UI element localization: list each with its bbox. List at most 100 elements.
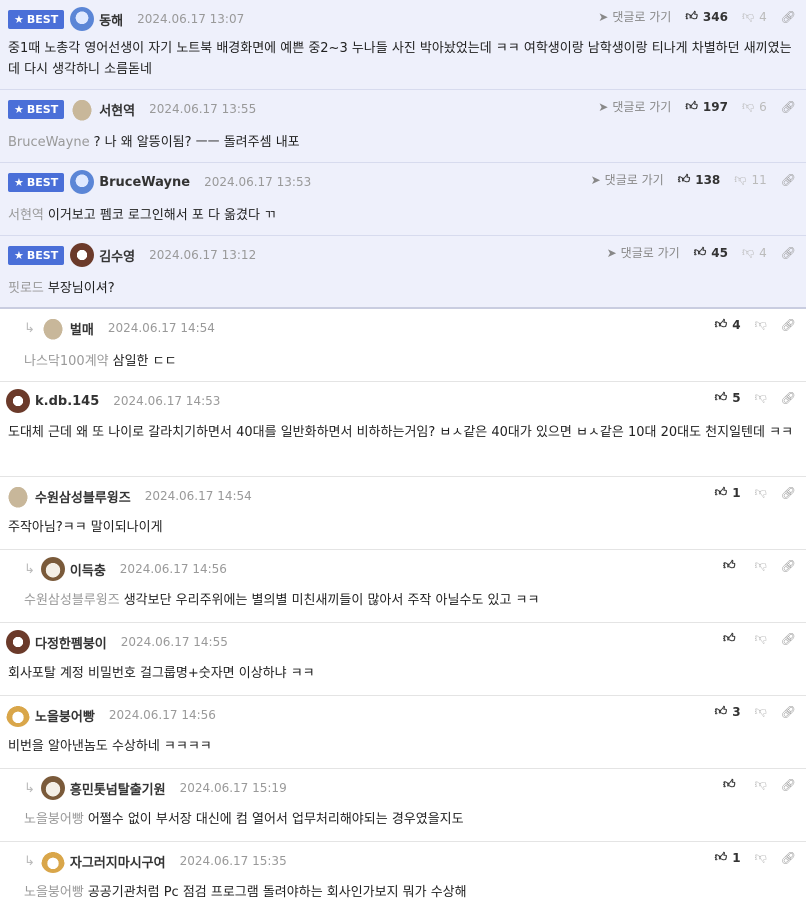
downvote-button[interactable]: 👎︎ — [755, 558, 767, 573]
nickname[interactable]: 다정한펨붕이 — [35, 633, 107, 652]
avatar[interactable] — [40, 557, 65, 581]
thumbs-up-icon: 👍︎ — [693, 245, 707, 259]
avatar[interactable] — [70, 170, 95, 194]
downvote-button[interactable]: 👎︎ — [755, 390, 767, 405]
link-icon[interactable]: 🔗︎ — [781, 559, 796, 573]
mention[interactable]: 노을붕어빵 — [24, 885, 84, 900]
upvote-button[interactable]: 👍︎ 4 — [715, 317, 741, 332]
go-to-reply-link[interactable]: ➤ 댓글로 가기 — [598, 98, 671, 115]
nickname[interactable]: BruceWayne — [99, 175, 190, 190]
star-icon: ★ — [14, 175, 24, 189]
upvote-button[interactable]: 👍︎ 45 — [694, 245, 728, 260]
comment-text: 노을붕어빵 어쩔수 없이 부서장 대신에 컴 열어서 업무처리해야되는 경우였을지… — [24, 812, 464, 827]
downvote-button[interactable]: 👎︎ — [755, 317, 767, 332]
avatar[interactable] — [70, 243, 95, 267]
comment-list: ★ BEST 동해 2024.06.17 13:07 ➤ 댓글로 가기 👍︎ 346 … — [0, 0, 806, 916]
star-icon: ★ — [14, 248, 24, 262]
best-comment: ★ BEST 김수영 2024.06.17 13:12 ➤ 댓글로 가기 👍︎ 45 … — [0, 236, 806, 309]
avatar[interactable] — [6, 389, 30, 413]
nickname[interactable]: 벌매 — [70, 319, 94, 338]
nickname[interactable]: 서현역 — [99, 100, 135, 119]
nickname[interactable]: k.db.145 — [35, 394, 99, 409]
downvote-button[interactable]: 👎︎ — [755, 704, 767, 719]
best-comment: ★ BEST 동해 2024.06.17 13:07 ➤ 댓글로 가기 👍︎ 346 … — [0, 0, 806, 90]
link-icon[interactable]: 🔗︎ — [781, 705, 796, 719]
link-icon[interactable]: 🔗︎ — [781, 391, 796, 405]
upvote-button[interactable]: 👍︎ — [723, 558, 741, 573]
mention[interactable]: 나스닥100계약 — [24, 354, 109, 369]
downvote-button[interactable]: 👎︎ — [755, 631, 767, 646]
comment-text: 회사포탈 계정 비밀번호 걸그룹명+숫자면 이상하냐 ㅋㅋ — [8, 666, 315, 681]
thumbs-down-icon: 👎︎ — [741, 245, 755, 259]
nickname[interactable]: 자그러지마시구여 — [70, 852, 166, 871]
downvote-button[interactable]: 👎︎ 4 — [742, 9, 767, 24]
thumbs-up-icon: 👍︎ — [714, 850, 728, 864]
avatar[interactable] — [6, 630, 30, 654]
avatar[interactable] — [40, 776, 65, 800]
avatar[interactable] — [70, 97, 95, 121]
upvote-button[interactable]: 👍︎ 3 — [715, 704, 741, 719]
mention[interactable]: 핏로드 — [8, 281, 44, 296]
avatar[interactable] — [70, 7, 95, 31]
nickname[interactable]: 동해 — [99, 10, 123, 29]
mention[interactable]: 노을붕어빵 — [24, 812, 84, 827]
mention[interactable]: BruceWayne — [8, 135, 90, 150]
go-to-reply-link[interactable]: ➤ 댓글로 가기 — [598, 8, 671, 25]
go-to-reply-link[interactable]: ➤ 댓글로 가기 — [607, 244, 680, 261]
link-icon[interactable]: 🔗︎ — [781, 632, 796, 646]
send-icon: ➤ — [598, 99, 609, 114]
downvote-button[interactable]: 👎︎ — [755, 485, 767, 500]
go-to-reply-link[interactable]: ➤ 댓글로 가기 — [591, 171, 664, 188]
downvote-button[interactable]: 👎︎ 6 — [742, 99, 767, 114]
avatar[interactable] — [40, 316, 65, 340]
nickname[interactable]: 수원삼성블루윙즈 — [35, 487, 131, 506]
best-comment: ★ BEST BruceWayne 2024.06.17 13:53 ➤ 댓글로 가… — [0, 163, 806, 236]
upvote-button[interactable]: 👍︎ 197 — [685, 99, 728, 114]
upvote-button[interactable]: 👍︎ — [723, 631, 741, 646]
upvote-button[interactable]: 👍︎ — [723, 777, 741, 792]
thumbs-down-icon: 👎︎ — [754, 390, 767, 404]
upvote-button[interactable]: 👍︎ 1 — [715, 850, 741, 865]
mention[interactable]: 수원삼성블루윙즈 — [24, 593, 120, 608]
upvote-button[interactable]: 👍︎ 5 — [715, 390, 741, 405]
nickname[interactable]: 김수영 — [99, 246, 135, 265]
downvote-button[interactable]: 👎︎ — [755, 850, 767, 865]
thumbs-up-icon: 👍︎ — [714, 704, 728, 718]
comment-date: 2024.06.17 14:56 — [108, 708, 216, 722]
reply-comment: ↳ 흥민톳넘탈출기원 2024.06.17 15:19 👍︎ 👎︎ 🔗︎ 노을붕… — [0, 769, 806, 842]
upvote-button[interactable]: 👍︎ 346 — [685, 9, 728, 24]
nickname[interactable]: 흥민톳넘탈출기원 — [70, 779, 166, 798]
downvote-button[interactable]: 👎︎ 11 — [734, 172, 766, 187]
downvote-button[interactable]: 👎︎ — [755, 777, 767, 792]
link-icon[interactable]: 🔗︎ — [781, 10, 796, 24]
upvote-button[interactable]: 👍︎ 1 — [715, 485, 741, 500]
comment-date: 2024.06.17 14:54 — [107, 321, 215, 335]
link-icon[interactable]: 🔗︎ — [781, 173, 796, 187]
upvote-button[interactable]: 👍︎ 138 — [678, 172, 721, 187]
comment: 노을붕어빵 2024.06.17 14:56 👍︎ 3 👎︎ 🔗︎ 비번을 알아낸… — [0, 696, 806, 769]
comment-text: 수원삼성블루윙즈 생각보단 우리주위에는 별의별 미친새끼들이 많아서 주작 아닐… — [24, 593, 540, 608]
avatar[interactable] — [40, 849, 65, 873]
link-icon[interactable]: 🔗︎ — [781, 486, 796, 500]
avatar[interactable] — [6, 703, 30, 727]
nickname[interactable]: 노을붕어빵 — [35, 706, 95, 725]
mention[interactable]: 서현역 — [8, 208, 44, 223]
comment-date: 2024.06.17 13:55 — [149, 102, 257, 116]
thumbs-down-icon: 👎︎ — [754, 850, 767, 864]
reply-arrow-icon: ↳ — [24, 780, 35, 796]
comment-text: 노을붕어빵 공공기관처럼 Pc 점검 프로그램 돌려야하는 회사인가보지 뭐가 수… — [24, 885, 467, 900]
downvote-button[interactable]: 👎︎ 4 — [742, 245, 767, 260]
link-icon[interactable]: 🔗︎ — [781, 851, 796, 865]
comment-date: 2024.06.17 15:35 — [179, 854, 287, 868]
thumbs-down-icon: 👎︎ — [741, 99, 755, 113]
link-icon[interactable]: 🔗︎ — [781, 100, 796, 114]
star-icon: ★ — [14, 12, 24, 26]
link-icon[interactable]: 🔗︎ — [781, 778, 796, 792]
thumbs-up-icon: 👍︎ — [677, 172, 691, 186]
link-icon[interactable]: 🔗︎ — [781, 318, 796, 332]
best-badge: ★ BEST — [8, 172, 65, 192]
link-icon[interactable]: 🔗︎ — [781, 246, 796, 260]
thumbs-up-icon: 👍︎ — [723, 558, 736, 572]
nickname[interactable]: 이득충 — [70, 560, 106, 579]
avatar[interactable] — [6, 484, 30, 508]
